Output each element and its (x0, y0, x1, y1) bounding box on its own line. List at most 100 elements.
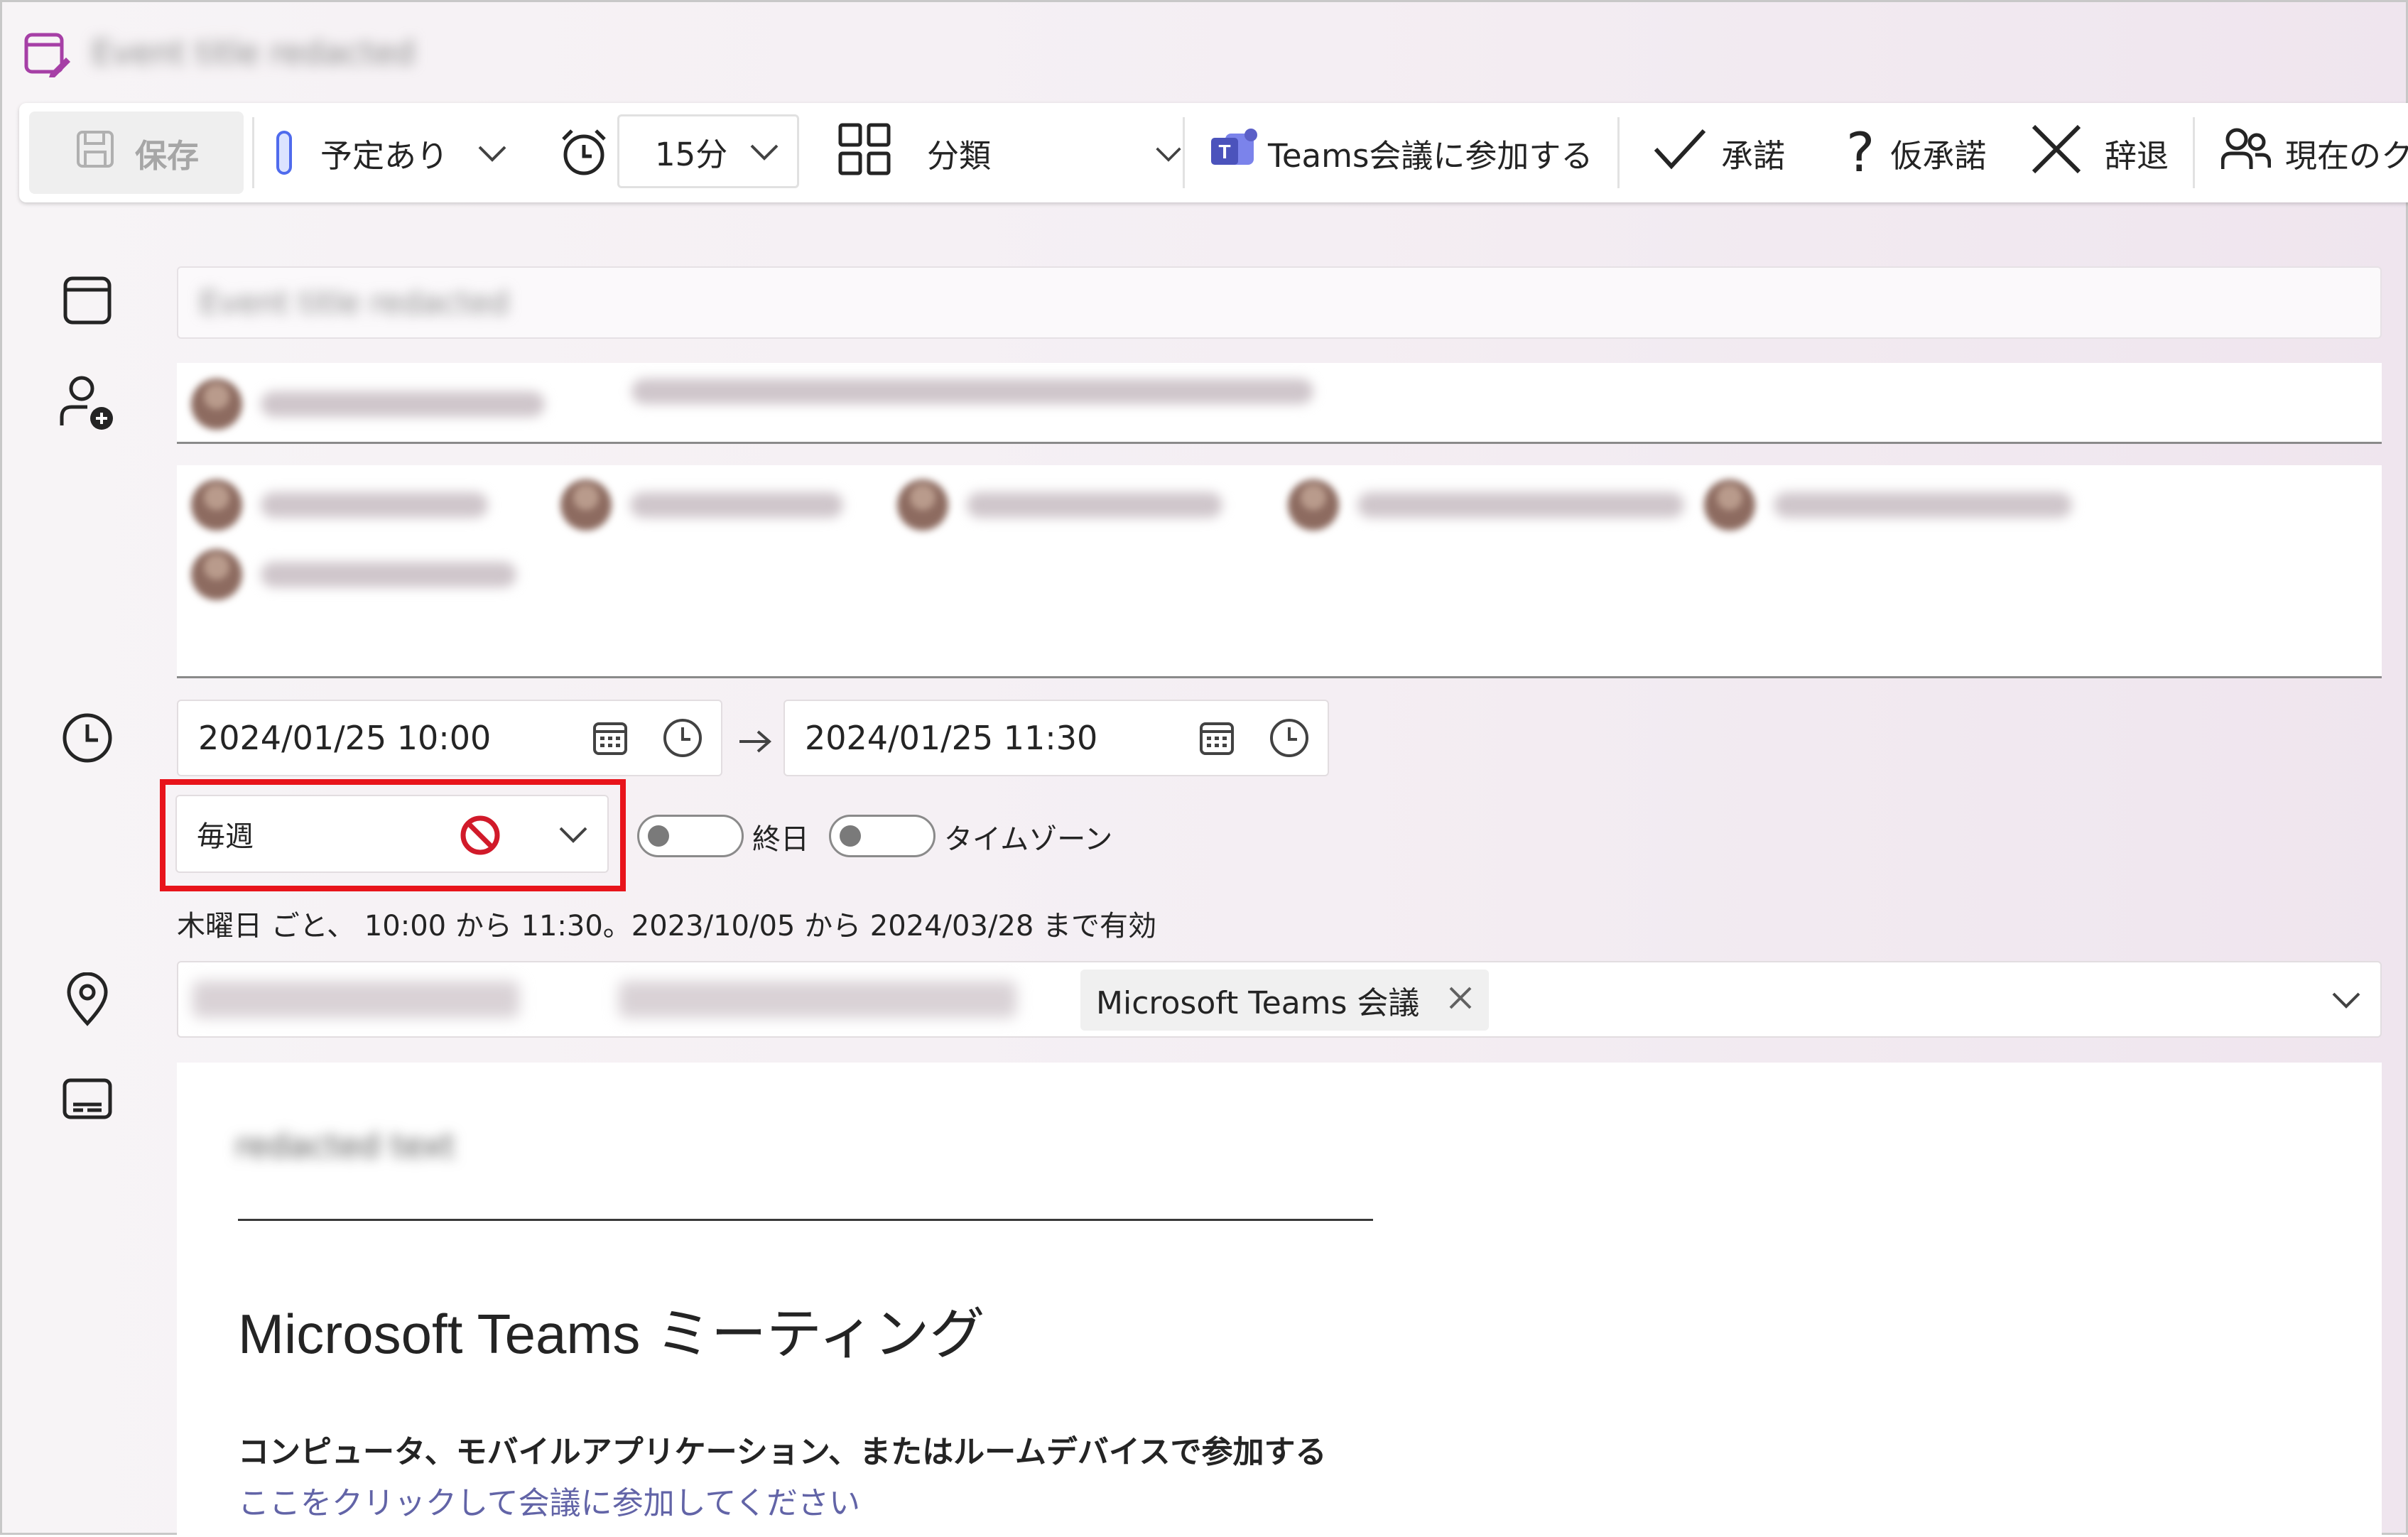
attendee-name (630, 492, 843, 518)
clock-icon (52, 702, 123, 773)
attendee-chip[interactable] (560, 479, 843, 531)
title-value: Event title redacted (200, 285, 509, 321)
category-dropdown[interactable]: 分類 (837, 103, 1183, 202)
body-editor[interactable]: redacted text Microsoft Teams ミーティング コンピ… (177, 1063, 2382, 1537)
calendar-edit-icon (22, 29, 73, 80)
attendee-chip[interactable] (631, 379, 1313, 404)
recurrence-summary: 木曜日 ごと、 10:00 から 11:30。2023/10/05 から 202… (177, 910, 1157, 943)
decline-button[interactable]: 辞退 (2029, 103, 2169, 202)
timezone-label: タイムゾーン (944, 823, 1113, 856)
chevron-down-icon (477, 134, 508, 172)
show-as-dropdown[interactable]: 予定あり (259, 103, 508, 202)
toggle-knob (840, 825, 861, 847)
save-label: 保存 (134, 136, 199, 175)
avatar (1704, 479, 1755, 531)
body-separator-line (238, 1219, 1373, 1221)
close-x-icon[interactable] (1448, 982, 1473, 1019)
recurrence-value: 毎週 (197, 820, 254, 853)
teams-icon: T (1210, 126, 1261, 180)
save-icon (74, 128, 116, 178)
body-intro-blurred: redacted text (235, 1126, 455, 1165)
people-icon (2220, 126, 2272, 180)
description-icon (52, 1063, 123, 1134)
meeting-heading: Microsoft Teams ミーティング (238, 1303, 985, 1365)
separator (2193, 117, 2195, 188)
calendar-picker-icon[interactable] (587, 715, 633, 761)
reminder-value: 15分 (655, 135, 728, 173)
save-button[interactable]: 保存 (29, 112, 244, 194)
event-editor-window: { "window": { "title": "Event title reda… (0, 0, 2408, 1537)
reminder-dropdown[interactable]: 15分 (617, 114, 799, 188)
close-x-icon (2029, 122, 2083, 184)
time-picker-icon[interactable] (1265, 714, 1313, 762)
add-person-icon (52, 367, 123, 438)
current-attendees-label: 現在のク (2285, 136, 2408, 175)
accept-label: 承諾 (1721, 136, 1786, 175)
attendee-chip[interactable] (191, 379, 545, 430)
arrow-right-icon (734, 724, 776, 759)
avatar (560, 479, 612, 531)
avatar (897, 479, 948, 531)
category-grid-icon (837, 122, 891, 184)
busy-status-icon (276, 131, 292, 175)
start-datetime-value: 2024/01/25 10:00 (198, 719, 492, 757)
location-field[interactable]: Microsoft Teams 会議 (177, 961, 2382, 1038)
location-chip-blurred (619, 981, 1016, 1018)
accept-button[interactable]: 承諾 (1652, 103, 1785, 202)
end-datetime-field[interactable]: 2024/01/25 11:30 (783, 700, 1329, 776)
title-input[interactable]: Event title redacted (177, 266, 2382, 339)
all-day-label: 終日 (752, 823, 809, 856)
join-subheading: コンピュータ、モバイルアプリケーション、またはルームデバイスで参加する (238, 1434, 1327, 1470)
location-chip[interactable]: Microsoft Teams 会議 (1080, 970, 1490, 1031)
join-meeting-link[interactable]: ここをクリックして会議に参加してください (238, 1477, 860, 1523)
location-chip-label: Microsoft Teams 会議 (1096, 985, 1420, 1021)
attendee-name (1357, 492, 1684, 518)
all-day-toggle[interactable] (637, 815, 744, 857)
attendee-name (261, 492, 488, 518)
end-datetime-value: 2024/01/25 11:30 (805, 719, 1098, 757)
teams-join-label: Teams会議に参加する (1268, 136, 1593, 175)
chevron-down-icon (749, 133, 780, 170)
separator (1183, 117, 1185, 188)
time-picker-icon[interactable] (658, 714, 707, 762)
attendee-chip[interactable] (1704, 479, 2072, 531)
avatar (191, 379, 242, 430)
tentative-label: 仮承諾 (1890, 136, 1987, 175)
separator (252, 117, 254, 188)
location-pin-icon (52, 964, 123, 1035)
required-attendees-field[interactable] (177, 363, 2382, 444)
location-chip-blurred (192, 981, 519, 1018)
attendee-name (1774, 492, 2072, 518)
decline-label: 辞退 (2105, 136, 2169, 175)
title-window-icon (52, 265, 123, 336)
current-attendees-button[interactable]: 現在のク (2220, 103, 2408, 202)
timezone-toggle[interactable] (829, 815, 935, 857)
attendee-chip[interactable] (191, 479, 488, 531)
avatar (191, 549, 242, 600)
chevron-down-icon[interactable] (2331, 989, 2362, 1014)
toggle-knob (648, 825, 669, 847)
separator (1617, 117, 1620, 188)
calendar-picker-icon[interactable] (1194, 715, 1240, 761)
ribbon-toolbar: 保存 予定あり 15分 分類 T Teams会議に参加する 承諾 ? 仮承諾 辞… (19, 103, 2408, 202)
attendee-name (261, 562, 516, 587)
attendee-name (631, 379, 1313, 404)
question-mark-icon: ? (1846, 121, 1875, 184)
show-as-label: 予定あり (320, 136, 449, 175)
attendee-chip[interactable] (1288, 479, 1684, 531)
recurrence-dropdown[interactable]: 毎週 (175, 795, 609, 873)
attendee-name (261, 391, 545, 417)
chevron-down-icon[interactable] (553, 820, 593, 849)
attendee-name (967, 492, 1222, 518)
checkmark-icon (1652, 126, 1708, 180)
no-entry-icon (457, 812, 504, 859)
svg-text:T: T (1218, 141, 1230, 163)
teams-join-button[interactable]: T Teams会議に参加する (1210, 103, 1593, 202)
attendee-chip[interactable] (897, 479, 1222, 531)
window-title: Event title redacted (92, 33, 416, 72)
tentative-button[interactable]: ? 仮承諾 (1846, 103, 1986, 202)
optional-attendees-field[interactable] (177, 465, 2382, 678)
avatar (191, 479, 242, 531)
start-datetime-field[interactable]: 2024/01/25 10:00 (177, 700, 722, 776)
attendee-chip[interactable] (191, 549, 516, 600)
